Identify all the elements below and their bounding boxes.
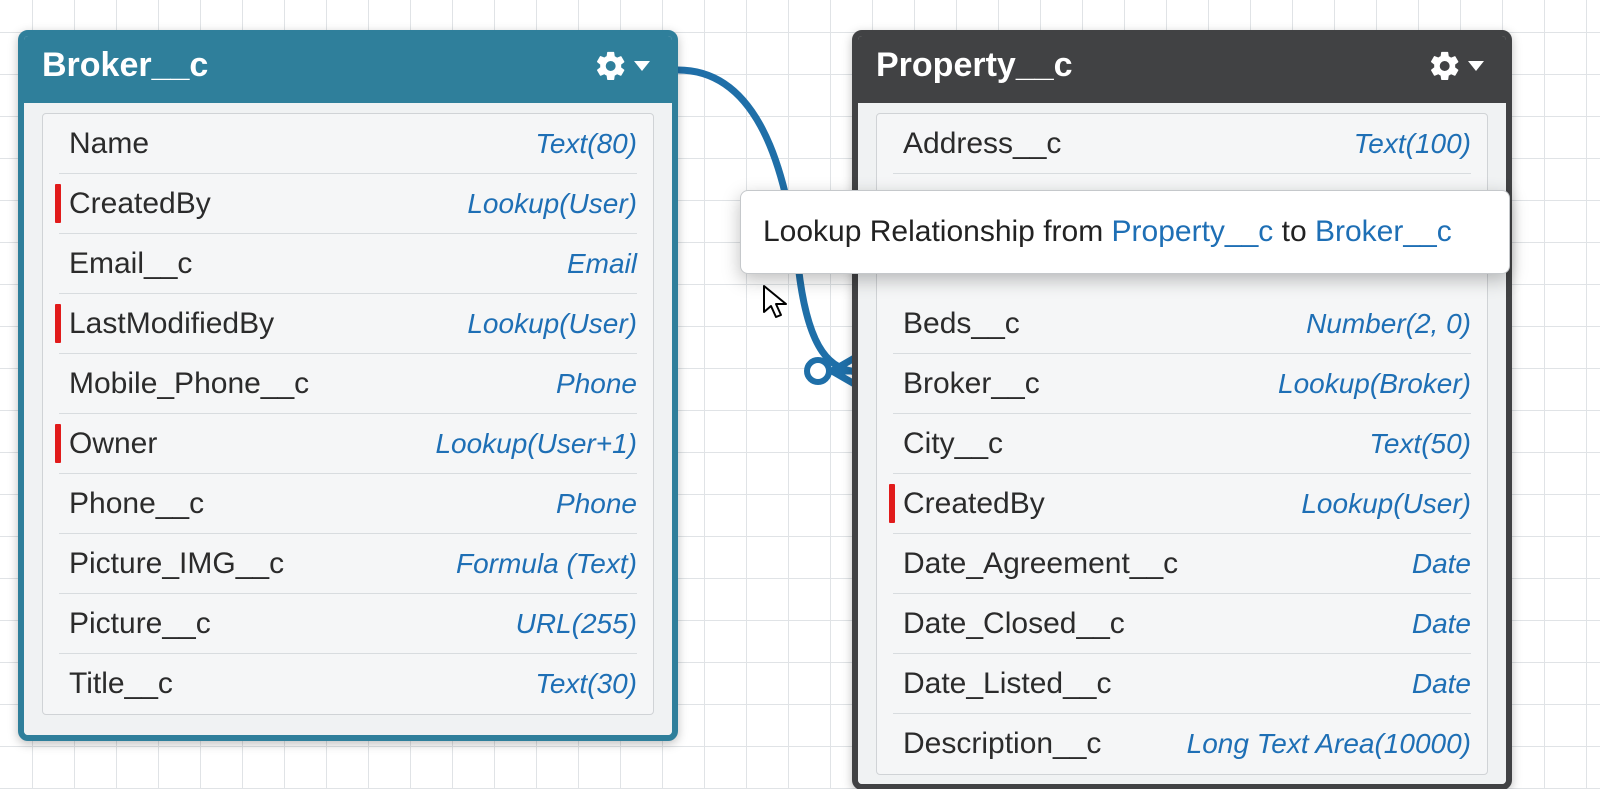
- field-row[interactable]: Phone__c Phone: [59, 474, 637, 534]
- field-row[interactable]: Date_Agreement__c Date: [893, 534, 1471, 594]
- field-row[interactable]: Description__c Long Text Area(10000): [893, 714, 1471, 774]
- required-marker: [889, 484, 895, 523]
- field-row[interactable]: Email__c Email: [59, 234, 637, 294]
- field-row[interactable]: Name Text(80): [59, 114, 637, 174]
- field-type: Date: [1412, 548, 1471, 580]
- field-row[interactable]: Picture__c URL(255): [59, 594, 637, 654]
- field-type: Text(80): [535, 128, 637, 160]
- field-row[interactable]: LastModifiedBy Lookup(User): [59, 294, 637, 354]
- field-row[interactable]: CreatedBy Lookup(User): [893, 474, 1471, 534]
- entity-title: Property__c: [876, 46, 1073, 85]
- field-name: Picture_IMG__c: [59, 547, 284, 581]
- tooltip-from-link[interactable]: Property__c: [1112, 215, 1274, 248]
- field-type: Date: [1412, 608, 1471, 640]
- field-list: Name Text(80) CreatedBy Lookup(User) Ema…: [42, 113, 654, 715]
- field-name: Title__c: [59, 667, 173, 701]
- schema-canvas[interactable]: Broker__c Name Text(80) CreatedBy Lookup…: [0, 0, 1600, 789]
- required-marker: [55, 184, 61, 223]
- field-type: Phone: [556, 488, 637, 520]
- field-row[interactable]: Owner Lookup(User+1): [59, 414, 637, 474]
- tooltip-text-mid: to: [1273, 215, 1315, 248]
- field-type: Long Text Area(10000): [1187, 728, 1471, 760]
- field-type: Phone: [556, 368, 637, 400]
- field-name: Beds__c: [893, 307, 1020, 341]
- field-type: Number(2, 0): [1306, 308, 1471, 340]
- field-name: Phone__c: [59, 487, 204, 521]
- field-name: Description__c: [893, 727, 1101, 761]
- gear-icon: [594, 49, 628, 83]
- field-name: LastModifiedBy: [59, 307, 274, 341]
- field-name: Mobile_Phone__c: [59, 367, 309, 401]
- tooltip-to-link[interactable]: Broker__c: [1315, 215, 1452, 248]
- entity-card-property[interactable]: Property__c Address__c Text(100) Assesse…: [852, 30, 1512, 789]
- field-type: Email: [567, 248, 637, 280]
- field-type: Date: [1412, 668, 1471, 700]
- required-marker: [55, 304, 61, 343]
- field-row[interactable]: Broker__c Lookup(Broker): [893, 354, 1471, 414]
- field-row[interactable]: Date_Listed__c Date: [893, 654, 1471, 714]
- field-type: Text(30): [535, 668, 637, 700]
- field-name: CreatedBy: [59, 187, 211, 221]
- field-row[interactable]: Address__c Text(100): [893, 114, 1471, 174]
- chevron-down-icon: [1468, 61, 1484, 71]
- field-type: Lookup(User): [467, 188, 637, 220]
- field-type: Text(50): [1369, 428, 1471, 460]
- field-name: Email__c: [59, 247, 192, 281]
- field-name: CreatedBy: [893, 487, 1045, 521]
- field-type: Lookup(User): [1301, 488, 1471, 520]
- field-row[interactable]: Beds__c Number(2, 0): [893, 294, 1471, 354]
- required-marker: [55, 424, 61, 463]
- field-type: Lookup(Broker): [1278, 368, 1471, 400]
- field-name: Name: [59, 127, 149, 161]
- entity-title: Broker__c: [42, 46, 208, 85]
- field-type: Formula (Text): [456, 548, 637, 580]
- field-row[interactable]: Title__c Text(30): [59, 654, 637, 714]
- entity-header[interactable]: Broker__c: [24, 36, 672, 103]
- field-row[interactable]: Date_Closed__c Date: [893, 594, 1471, 654]
- field-row[interactable]: CreatedBy Lookup(User): [59, 174, 637, 234]
- field-type: URL(255): [516, 608, 637, 640]
- field-name: City__c: [893, 427, 1003, 461]
- chevron-down-icon: [634, 61, 650, 71]
- field-name: Address__c: [893, 127, 1061, 161]
- field-type: Text(100): [1354, 128, 1471, 160]
- relationship-tooltip: Lookup Relationship from Property__c to …: [740, 190, 1510, 274]
- tooltip-text-prefix: Lookup Relationship from: [763, 215, 1112, 248]
- field-name: Broker__c: [893, 367, 1040, 401]
- entity-settings-menu[interactable]: [1428, 49, 1484, 83]
- field-name: Picture__c: [59, 607, 211, 641]
- field-row[interactable]: Picture_IMG__c Formula (Text): [59, 534, 637, 594]
- entity-body: Name Text(80) CreatedBy Lookup(User) Ema…: [24, 103, 672, 735]
- cursor-icon: [762, 284, 790, 320]
- entity-header[interactable]: Property__c: [858, 36, 1506, 103]
- field-type: Lookup(User): [467, 308, 637, 340]
- field-type: Lookup(User+1): [435, 428, 637, 460]
- gear-icon: [1428, 49, 1462, 83]
- field-name: Date_Closed__c: [893, 607, 1125, 641]
- entity-settings-menu[interactable]: [594, 49, 650, 83]
- field-name: Date_Listed__c: [893, 667, 1111, 701]
- field-name: Owner: [59, 427, 157, 461]
- field-row[interactable]: City__c Text(50): [893, 414, 1471, 474]
- field-name: Date_Agreement__c: [893, 547, 1178, 581]
- entity-card-broker[interactable]: Broker__c Name Text(80) CreatedBy Lookup…: [18, 30, 678, 741]
- field-row[interactable]: Mobile_Phone__c Phone: [59, 354, 637, 414]
